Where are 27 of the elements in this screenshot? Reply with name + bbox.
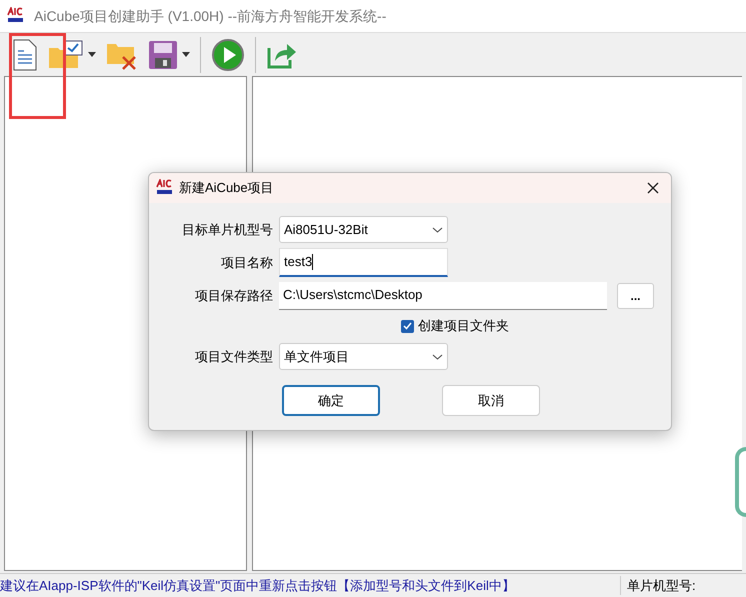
path-input-field[interactable]: C:\Users\stcmc\Desktop <box>279 282 607 310</box>
ok-button[interactable]: 确定 <box>282 385 380 416</box>
status-message: 建议在AIapp-ISP软件的"Keil仿真设置"页面中重新点击按钮【添加型号和头文件到Keil中】 <box>0 576 516 595</box>
field-label: 项目保存路径 <box>194 286 273 305</box>
checkbox[interactable] <box>401 320 414 332</box>
dropdown-field[interactable]: Ai8051U-32Bit <box>279 216 448 243</box>
close-icon <box>647 182 659 194</box>
text-input-field[interactable]: test3 <box>279 248 448 277</box>
checkbox-label: 创建项目文件夹 <box>418 317 509 336</box>
mcu-type-label: 单片机型号: <box>620 576 746 596</box>
app-logo-icon <box>6 7 26 25</box>
chevron-down-icon <box>432 354 443 360</box>
caret-icon <box>182 52 190 57</box>
window-title: AiCube项目创建助手 (V1.00H) --前海方舟智能开发系统-- <box>34 6 386 26</box>
dialog-title: 新建AiCube项目 <box>179 179 275 198</box>
browse-button[interactable]: ... <box>617 282 654 308</box>
document-icon <box>12 38 38 70</box>
play-icon <box>211 38 245 72</box>
cancel-button[interactable]: 取消 <box>442 385 540 416</box>
chevron-down-icon <box>432 226 443 232</box>
app-logo-icon <box>155 179 175 197</box>
dropdown-field[interactable]: 单文件项目 <box>279 343 448 370</box>
field-label: 目标单片机型号 <box>181 220 273 239</box>
field-label: 项目名称 <box>220 254 273 272</box>
folder-check-icon <box>48 40 84 70</box>
caret-icon <box>88 52 96 57</box>
field-label: 项目文件类型 <box>194 348 273 366</box>
